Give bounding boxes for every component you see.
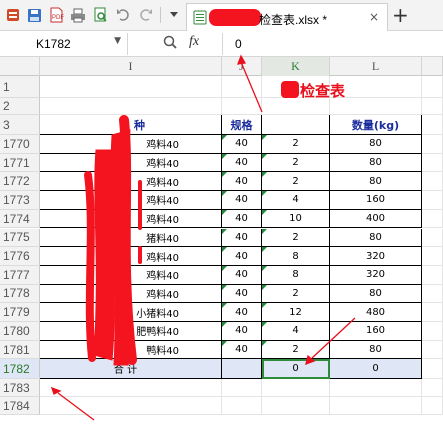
annotation-layer xyxy=(50,54,356,421)
redaction-scribble xyxy=(84,115,142,366)
